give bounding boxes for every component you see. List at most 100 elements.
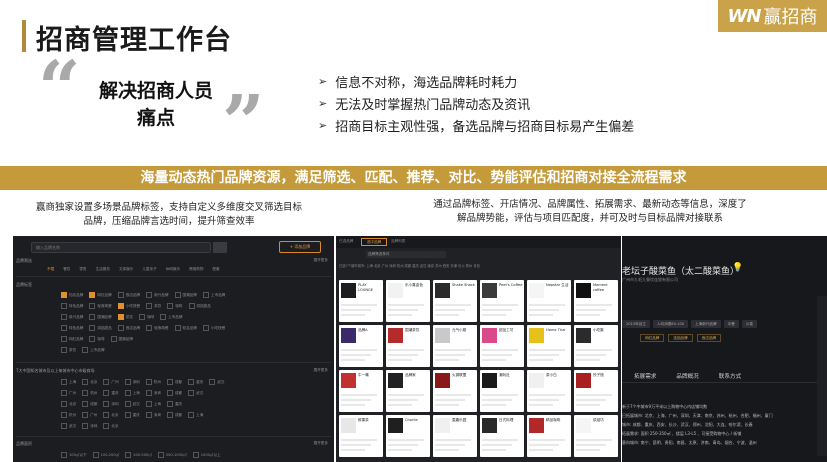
tag-checkbox[interactable]: 烘焙甜品 bbox=[189, 303, 211, 309]
search-button[interactable] bbox=[213, 242, 227, 253]
tag-checkbox[interactable]: 咖啡 bbox=[139, 314, 154, 320]
expand-more-link[interactable]: 展开更多 bbox=[314, 258, 328, 263]
brand-card[interactable]: Peet's Coffee bbox=[480, 280, 524, 322]
brand-card[interactable]: Nepstar 生活 bbox=[527, 280, 571, 322]
brand-card[interactable]: 童趣乐园 bbox=[433, 415, 477, 457]
city-checkbox[interactable]: 杭州 bbox=[82, 390, 97, 396]
brand-card[interactable]: PLAY LOUNGE bbox=[339, 280, 383, 322]
filter-option[interactable]: 跨境购物 bbox=[189, 265, 203, 273]
brand-card[interactable]: Home Thai bbox=[527, 325, 571, 367]
city-checkbox[interactable]: 上海 bbox=[188, 412, 203, 418]
brand-card[interactable]: 乐小喜金色 bbox=[386, 280, 430, 322]
area-checkbox[interactable]: 500-1000㎡ bbox=[158, 452, 187, 458]
city-checkbox[interactable]: 上海 bbox=[61, 379, 76, 385]
city-checkbox[interactable]: 成都 bbox=[167, 379, 182, 385]
brand-card[interactable]: 烘焙坊 bbox=[574, 415, 618, 457]
city-checkbox[interactable]: 重庆 bbox=[125, 412, 140, 418]
area-checkbox[interactable]: 100-200㎡ bbox=[93, 452, 120, 458]
tag-checkbox[interactable]: 网红品牌 bbox=[61, 336, 83, 342]
tag-checkbox[interactable]: 首店品牌 bbox=[118, 292, 140, 298]
brand-card[interactable]: 牛一嘴 bbox=[339, 370, 383, 412]
tab-brand-list[interactable]: 品牌列表 bbox=[391, 239, 405, 244]
tab-contact[interactable]: 联系方式 bbox=[719, 372, 741, 380]
city-checkbox[interactable]: 成都 bbox=[167, 390, 182, 396]
tag-checkbox[interactable]: 上市品牌 bbox=[160, 314, 182, 320]
filter-option[interactable]: 不限 bbox=[47, 265, 54, 273]
tab-expansion-needs[interactable]: 拓展需求 bbox=[634, 372, 656, 380]
tab-selected-brands[interactable]: 选中品牌 bbox=[361, 238, 387, 246]
city-checkbox[interactable]: 武汉 bbox=[61, 423, 76, 429]
filter-option[interactable]: 休闲娱乐 bbox=[166, 265, 180, 273]
add-brand-button[interactable]: + 添加品牌 bbox=[279, 241, 321, 253]
city-checkbox[interactable]: 武汉 bbox=[125, 401, 140, 407]
city-checkbox[interactable]: 上海 bbox=[125, 390, 140, 396]
city-checkbox[interactable]: 重庆 bbox=[188, 379, 203, 385]
tag-checkbox[interactable]: 国潮品牌 bbox=[175, 292, 197, 298]
tag-checkbox[interactable]: 轻食简餐 bbox=[89, 303, 111, 309]
tag-checkbox[interactable]: 特色品牌 bbox=[61, 325, 83, 331]
tag-checkbox[interactable]: 上市品牌 bbox=[82, 347, 104, 353]
tag-checkbox[interactable]: 小吃快餐 bbox=[203, 325, 225, 331]
city-checkbox[interactable]: 重庆 bbox=[167, 401, 182, 407]
tag-checkbox[interactable]: 特色品牌 bbox=[61, 303, 83, 309]
tag-checkbox[interactable]: 新兴品牌 bbox=[146, 292, 168, 298]
city-checkbox[interactable]: 深圳 bbox=[103, 401, 118, 407]
city-checkbox[interactable]: 杭州 bbox=[61, 412, 76, 418]
filter-option[interactable]: 文体娱乐 bbox=[119, 265, 133, 273]
tag-checkbox[interactable]: 茶饮 bbox=[118, 314, 133, 320]
brand-card[interactable]: 精品咖啡 bbox=[527, 415, 571, 457]
scrollbar[interactable] bbox=[817, 296, 827, 456]
city-checkbox[interactable]: 深圳 bbox=[146, 390, 161, 396]
tag-checkbox[interactable]: 国潮品牌 bbox=[111, 336, 133, 342]
filter-option[interactable]: 儿童亲子 bbox=[142, 265, 156, 273]
tag-checkbox[interactable]: 知名品牌 bbox=[61, 292, 83, 298]
city-checkbox[interactable]: 成都 bbox=[82, 401, 97, 407]
brand-card[interactable]: 饺子馆 bbox=[574, 370, 618, 412]
brand-search-input[interactable]: 输入品牌名称 bbox=[31, 242, 211, 253]
filter-option[interactable]: 餐饮 bbox=[63, 265, 70, 273]
city-checkbox[interactable]: 深圳 bbox=[82, 423, 97, 429]
brand-card[interactable]: 茶小白 bbox=[527, 370, 571, 412]
expand-more-link[interactable]: 展开更多 bbox=[314, 441, 328, 446]
brand-card[interactable]: 甜品工坊 bbox=[480, 325, 524, 367]
city-checkbox[interactable]: 上海 bbox=[146, 401, 161, 407]
city-checkbox[interactable]: 广州 bbox=[103, 379, 118, 385]
brand-filter-dropdown[interactable]: 品牌筛选条件 bbox=[366, 251, 446, 258]
tag-checkbox[interactable]: 咖啡 bbox=[89, 336, 104, 342]
city-checkbox[interactable]: 北京 bbox=[103, 423, 118, 429]
city-checkbox[interactable]: 重庆 bbox=[103, 390, 118, 396]
city-checkbox[interactable]: 广州 bbox=[82, 412, 97, 418]
tag-checkbox[interactable]: 首店品牌 bbox=[118, 325, 140, 331]
tag-checkbox[interactable]: 上市品牌 bbox=[203, 292, 225, 298]
brand-card[interactable]: 小吃集 bbox=[574, 325, 618, 367]
city-checkbox[interactable]: 杭州 bbox=[146, 379, 161, 385]
brand-card[interactable]: Shake Shack bbox=[433, 280, 477, 322]
area-checkbox[interactable]: 200-500㎡ bbox=[125, 452, 152, 458]
city-checkbox[interactable]: 广州 bbox=[61, 390, 76, 396]
tag-checkbox[interactable]: 新兴品牌 bbox=[61, 314, 83, 320]
tag-checkbox[interactable]: 茶饮 bbox=[61, 347, 76, 353]
brand-card[interactable]: 潮玩社 bbox=[480, 370, 524, 412]
city-checkbox[interactable]: 武汉 bbox=[209, 379, 224, 385]
brand-card[interactable]: 品牌家 bbox=[386, 370, 430, 412]
brand-card[interactable]: 元气小厨 bbox=[433, 325, 477, 367]
brand-card[interactable]: 品牌A bbox=[339, 325, 383, 367]
city-checkbox[interactable]: 武汉 bbox=[188, 390, 203, 396]
brand-card[interactable]: Charlie bbox=[386, 415, 430, 457]
city-checkbox[interactable]: 北京 bbox=[82, 379, 97, 385]
city-checkbox[interactable]: 深圳 bbox=[146, 412, 161, 418]
tag-checkbox[interactable]: 国潮品牌 bbox=[89, 314, 111, 320]
area-checkbox[interactable]: 1000㎡以上 bbox=[193, 452, 221, 458]
tag-checkbox[interactable]: 轻食简餐 bbox=[146, 325, 168, 331]
tag-checkbox[interactable]: 烘焙甜品 bbox=[89, 325, 111, 331]
filter-option[interactable]: 生活服务 bbox=[96, 265, 110, 273]
filter-option[interactable]: 配套 bbox=[212, 265, 219, 273]
brand-card[interactable]: 国潮茶饮 bbox=[386, 325, 430, 367]
tag-checkbox[interactable]: 网红品牌 bbox=[89, 292, 111, 298]
city-checkbox[interactable]: 北京 bbox=[103, 412, 118, 418]
city-checkbox[interactable]: 北京 bbox=[61, 401, 76, 407]
city-checkbox[interactable]: 深圳 bbox=[125, 379, 140, 385]
city-checkbox[interactable]: 成都 bbox=[167, 412, 182, 418]
brand-card[interactable]: 火锅联盟 bbox=[433, 370, 477, 412]
tag-checkbox[interactable]: 小吃快餐 bbox=[118, 303, 140, 309]
